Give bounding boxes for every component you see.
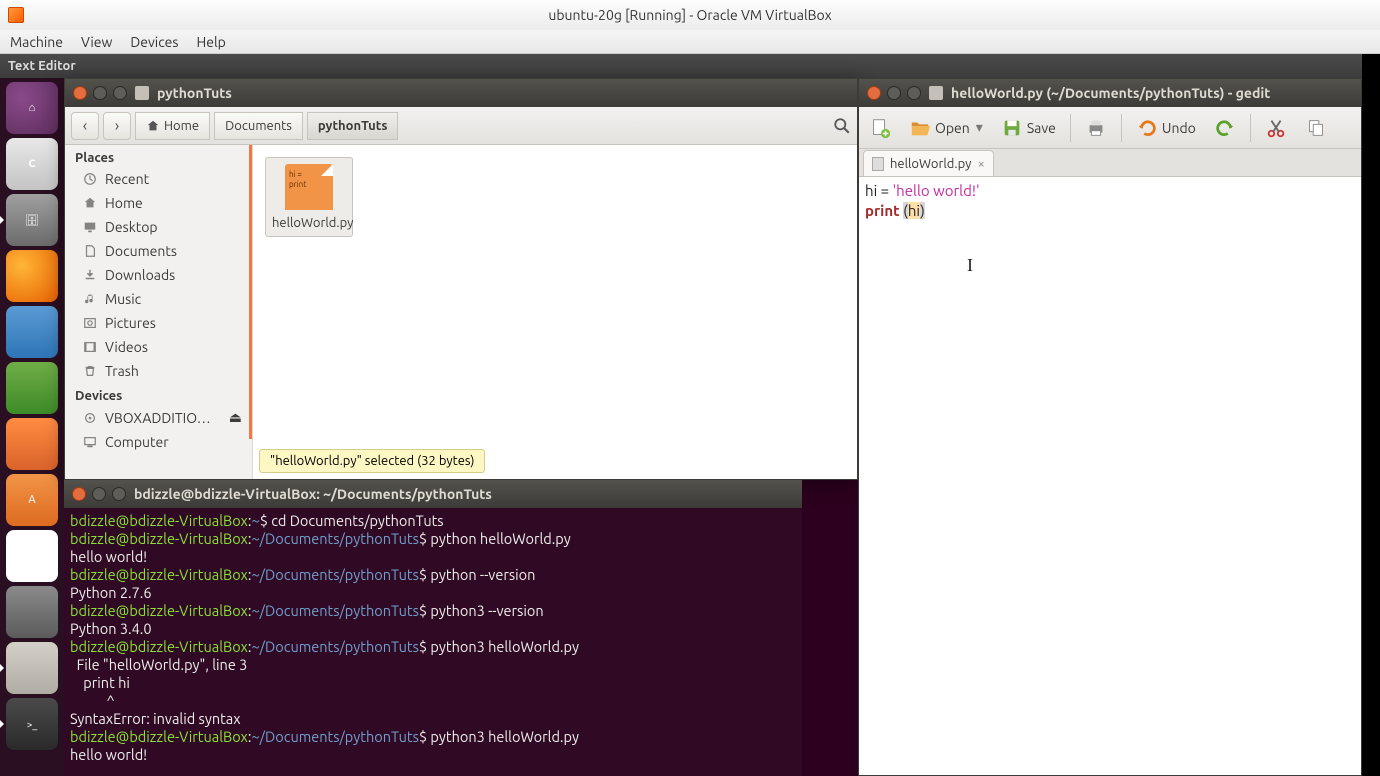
save-icon [1001,117,1023,139]
open-button[interactable]: Open▾ [905,113,987,143]
terminal-body[interactable]: bdizzle@bdizzle-VirtualBox:~$ cd Documen… [64,508,802,768]
launcher-dash[interactable]: ⌂ [6,82,58,134]
folder-icon [135,86,149,100]
nautilus-file-view[interactable]: hi =print helloWorld.py "helloWorld.py" … [253,145,857,479]
open-folder-icon [909,117,931,139]
sidebar-home[interactable]: Home [65,191,252,215]
right-margin [1362,54,1380,776]
eject-icon[interactable]: ⏏ [229,409,242,426]
nautilus-title: pythonTuts [157,85,232,101]
breadcrumb-documents[interactable]: Documents [214,112,303,140]
statusbar-selection: "helloWorld.py" selected (32 bytes) [259,449,485,473]
menu-help[interactable]: Help [196,34,225,50]
tab-helloworld[interactable]: helloWorld.py × [863,150,994,176]
nautilus-sidebar: Places Recent Home Desktop Documents Dow… [65,145,253,479]
file-icon [872,157,884,171]
minimize-icon[interactable] [93,86,107,100]
gedit-titlebar[interactable]: helloWorld.py (~/Documents/pythonTuts) -… [859,79,1361,107]
tab-close-icon[interactable]: × [977,157,984,171]
cut-icon [1265,117,1287,139]
sidebar-desktop[interactable]: Desktop [65,215,252,239]
print-icon [1085,117,1107,139]
launcher-files[interactable]: 🗄 [6,194,58,246]
sidebar-recent[interactable]: Recent [65,167,252,191]
copy-button[interactable] [1301,113,1331,143]
new-button[interactable] [865,113,895,143]
sidebar-trash[interactable]: Trash [65,359,252,383]
unity-launcher: ⌂ C 🗄 A a >_ [0,78,64,776]
sidebar-documents[interactable]: Documents [65,239,252,263]
menu-devices[interactable]: Devices [130,34,178,50]
launcher-writer[interactable] [6,306,58,358]
save-button[interactable]: Save [997,113,1060,143]
minimize-icon[interactable] [887,86,901,100]
nautilus-window: pythonTuts ‹ › Home Documents pythonTuts… [64,78,858,480]
menu-view[interactable]: View [81,34,112,50]
launcher-amazon[interactable]: a [6,530,58,582]
virtualbox-menubar[interactable]: Machine View Devices Help [0,30,1380,54]
document-icon [929,86,943,100]
undo-icon [1136,117,1158,139]
gedit-editor-area[interactable]: hi = 'hello world!' print (hi) I [859,177,1361,775]
maximize-icon[interactable] [907,86,921,100]
forward-button[interactable]: › [103,112,131,140]
terminal-title: bdizzle@bdizzle-VirtualBox: ~/Documents/… [134,485,492,503]
sidebar-downloads[interactable]: Downloads [65,263,252,287]
launcher-firefox[interactable] [6,250,58,302]
launcher-settings[interactable] [6,586,58,638]
gedit-window: helloWorld.py (~/Documents/pythonTuts) -… [858,78,1362,776]
active-app-label: Text Editor [8,59,76,73]
file-item-helloworld[interactable]: hi =print helloWorld.py [265,157,353,237]
minimize-icon[interactable] [92,487,106,501]
file-name: helloWorld.py [272,216,353,230]
print-button[interactable] [1081,113,1111,143]
virtualbox-title: ubuntu-20g [Running] - Oracle VM Virtual… [548,7,831,23]
ubuntu-top-panel[interactable]: Text Editor [0,54,1362,78]
sidebar-computer[interactable]: Computer [65,430,252,454]
gedit-tabbar: helloWorld.py × [859,149,1361,177]
cut-button[interactable] [1261,113,1291,143]
copy-icon [1305,117,1327,139]
launcher-software-center[interactable]: A [6,474,58,526]
maximize-icon[interactable] [113,86,127,100]
virtualbox-titlebar: ubuntu-20g [Running] - Oracle VM Virtual… [0,0,1380,30]
redo-button[interactable] [1210,113,1240,143]
new-doc-icon [869,117,891,139]
breadcrumb-pythontuts[interactable]: pythonTuts [307,112,399,140]
gedit-toolbar: Open▾ Save Undo [859,107,1361,149]
search-icon[interactable] [833,117,851,135]
sidebar-music[interactable]: Music [65,287,252,311]
launcher-calc[interactable] [6,362,58,414]
home-icon [146,119,160,133]
terminal-window: bdizzle@bdizzle-VirtualBox: ~/Documents/… [64,480,802,776]
nautilus-titlebar[interactable]: pythonTuts [65,79,857,107]
sidebar-vboxadditions[interactable]: VBOXADDITIO…⏏ [65,405,252,430]
redo-icon [1214,117,1236,139]
close-icon[interactable] [73,86,87,100]
close-icon[interactable] [72,487,86,501]
menu-machine[interactable]: Machine [10,34,63,50]
open-dropdown-icon[interactable]: ▾ [976,119,983,136]
launcher-gedit[interactable] [6,642,58,694]
gedit-title: helloWorld.py (~/Documents/pythonTuts) -… [951,85,1270,101]
undo-button[interactable]: Undo [1132,113,1200,143]
places-header: Places [65,145,252,167]
launcher-impress[interactable] [6,418,58,470]
devices-header: Devices [65,383,252,405]
python-file-icon: hi =print [285,164,333,210]
maximize-icon[interactable] [112,487,126,501]
sidebar-pictures[interactable]: Pictures [65,311,252,335]
text-cursor-icon: I [967,255,973,275]
virtualbox-logo-icon [8,7,24,23]
launcher-comodo[interactable]: C [6,138,58,190]
nautilus-toolbar: ‹ › Home Documents pythonTuts [65,107,857,145]
back-button[interactable]: ‹ [71,112,99,140]
close-icon[interactable] [867,86,881,100]
sidebar-videos[interactable]: Videos [65,335,252,359]
terminal-titlebar[interactable]: bdizzle@bdizzle-VirtualBox: ~/Documents/… [64,480,802,508]
launcher-terminal[interactable]: >_ [6,698,58,750]
breadcrumb-home[interactable]: Home [135,112,210,140]
